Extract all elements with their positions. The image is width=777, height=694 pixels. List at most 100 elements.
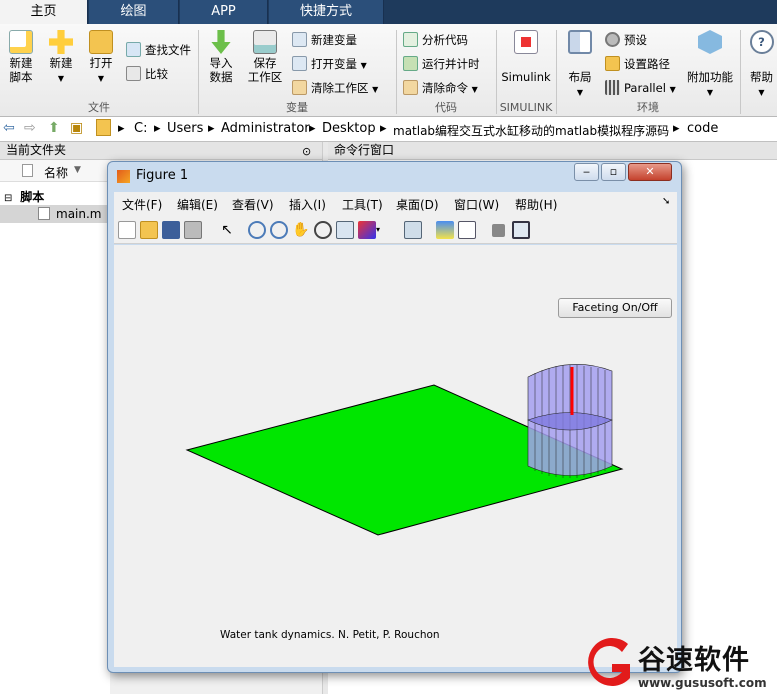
addons-label: 附加功能 (687, 70, 733, 84)
analyze-code-button[interactable]: 分析代码 (403, 30, 468, 50)
name-column-label[interactable]: 名称 (44, 164, 68, 181)
pointer-icon[interactable]: ↖ (218, 221, 236, 239)
brush-icon[interactable] (358, 221, 376, 239)
current-folder-title: 当前文件夹 (6, 143, 67, 157)
up-folder-icon[interactable]: ⬆ (48, 120, 60, 136)
minimize-button[interactable]: ‒ (574, 163, 599, 181)
preferences-button[interactable]: 预设 (605, 30, 647, 50)
save-icon[interactable] (162, 221, 180, 239)
show-plot-tools-icon[interactable] (512, 221, 530, 239)
gear-icon (605, 32, 620, 47)
figure-title: Figure 1 (136, 168, 189, 183)
colorbar-icon[interactable] (436, 221, 454, 239)
menu-window[interactable]: 窗口(W) (454, 196, 499, 213)
zoom-in-icon[interactable] (248, 221, 266, 239)
rotate-3d-icon[interactable] (314, 221, 332, 239)
figure-menubar: 文件(F) 编辑(E) 查看(V) 插入(I) 工具(T) 桌面(D) 窗口(W… (114, 192, 677, 216)
breadcrumb-code[interactable]: code (687, 121, 718, 136)
back-arrow-icon[interactable]: ⇦ (3, 120, 15, 136)
breadcrumb-administrator[interactable]: Administrator (221, 121, 310, 136)
sort-arrow-icon: ▼ (74, 165, 81, 175)
new-variable-button[interactable]: 新建变量 (292, 30, 357, 50)
run-time-label: 运行并计时 (422, 57, 480, 71)
hide-plot-tools-icon[interactable] (492, 224, 505, 237)
pan-hand-icon[interactable]: ✋ (292, 221, 310, 239)
open-variable-button[interactable]: 打开变量 ▼ (292, 54, 367, 74)
tank-3d-scene (185, 363, 624, 536)
find-files-button[interactable]: 查找文件 (126, 40, 191, 60)
tab-home[interactable]: 主页 (0, 0, 88, 24)
save-workspace-button[interactable]: 保存 工作区 (246, 30, 284, 84)
list-item[interactable]: main.m (0, 205, 110, 223)
forward-arrow-icon[interactable]: ⇨ (24, 120, 36, 136)
new-variable-label: 新建变量 (311, 33, 357, 47)
set-path-button[interactable]: 设置路径 (605, 54, 670, 74)
new-script-label: 新建 脚本 (9, 56, 33, 84)
figure-caption: Water tank dynamics. N. Petit, P. Roucho… (220, 629, 440, 641)
new-button[interactable]: 新建 ▼ (44, 30, 78, 86)
breadcrumb-project[interactable]: matlab编程交互式水缸移动的matlab模拟程序源码 (393, 122, 669, 139)
close-button[interactable]: ✕ (628, 163, 672, 181)
open-variable-icon (292, 56, 307, 71)
layout-label: 布局 (568, 70, 592, 84)
gususoft-watermark: 谷速软件 www.gususoft.com (578, 634, 777, 694)
ribbon-tab-bar: 主页 绘图 APP 快捷方式 (0, 0, 777, 24)
open-file-icon[interactable] (140, 221, 158, 239)
save-workspace-icon (253, 30, 277, 54)
simulink-button[interactable]: Simulink (500, 30, 552, 84)
menubar-dock-icon[interactable]: ➘ (662, 196, 670, 207)
watermark-title: 谷速软件 (638, 645, 750, 676)
menu-view[interactable]: 查看(V) (232, 196, 274, 213)
help-button[interactable]: ? 帮助 ▼ (746, 30, 777, 100)
browse-folder-icon[interactable]: ▣ (70, 120, 83, 136)
new-figure-icon[interactable] (118, 221, 136, 239)
link-plot-icon[interactable] (404, 221, 422, 239)
layout-button[interactable]: 布局 ▼ (562, 30, 598, 100)
tab-plots[interactable]: 绘图 (89, 0, 179, 24)
zoom-out-icon[interactable] (270, 221, 288, 239)
variable-icon (292, 32, 307, 47)
addons-button[interactable]: 附加功能 ▼ (686, 30, 734, 100)
clear-workspace-button[interactable]: 清除工作区 ▼ (292, 78, 378, 98)
menu-insert[interactable]: 插入(I) (289, 196, 326, 213)
open-variable-label: 打开变量 (311, 57, 357, 71)
menu-help[interactable]: 帮助(H) (515, 196, 557, 213)
print-icon[interactable] (184, 221, 202, 239)
find-icon (126, 42, 141, 57)
simulink-icon (514, 30, 538, 54)
panel-menu-icon[interactable]: ⊙ (302, 143, 311, 160)
breadcrumb-users[interactable]: Users (167, 121, 203, 136)
brush-dropdown-icon[interactable]: ▾ (376, 221, 384, 239)
menu-tools[interactable]: 工具(T) (342, 196, 383, 213)
breadcrumb-desktop[interactable]: Desktop (322, 121, 376, 136)
new-script-button[interactable]: 新建 脚本 (4, 30, 38, 84)
menu-file[interactable]: 文件(F) (122, 196, 162, 213)
folder-tree-node[interactable]: ⊟ 脚本 (4, 188, 44, 205)
maximize-button[interactable]: ▫ (601, 163, 626, 181)
clear-commands-button[interactable]: 清除命令 ▼ (403, 78, 478, 98)
folder-icon (96, 119, 111, 136)
menu-edit[interactable]: 编辑(E) (177, 196, 218, 213)
compare-button[interactable]: 比较 (126, 64, 168, 84)
current-folder-header: 当前文件夹 ⊙ (0, 142, 322, 160)
open-button[interactable]: 打开 ▼ (84, 30, 118, 86)
parallel-button[interactable]: Parallel ▼ (605, 78, 676, 98)
data-cursor-icon[interactable] (336, 221, 354, 239)
menu-desktop[interactable]: 桌面(D) (396, 196, 439, 213)
watermark-url: www.gususoft.com (638, 676, 767, 690)
run-time-button[interactable]: 运行并计时 (403, 54, 480, 74)
tab-apps[interactable]: APP (180, 0, 268, 24)
collapse-icon: ⊟ (4, 193, 13, 204)
group-label-file: 文件 (88, 101, 110, 114)
crumb-sep: ▸ (380, 121, 387, 136)
file-name: main.m (56, 207, 102, 221)
group-label-variable: 变量 (286, 101, 308, 114)
preferences-label: 预设 (624, 33, 647, 47)
legend-icon[interactable] (458, 221, 476, 239)
tab-shortcuts[interactable]: 快捷方式 (269, 0, 384, 24)
breadcrumb-c[interactable]: C: (134, 121, 147, 136)
import-data-button[interactable]: 导入 数据 (204, 30, 238, 84)
crumb-sep: ▸ (208, 121, 215, 136)
parallel-label: Parallel (624, 81, 666, 95)
set-path-label: 设置路径 (624, 57, 670, 71)
